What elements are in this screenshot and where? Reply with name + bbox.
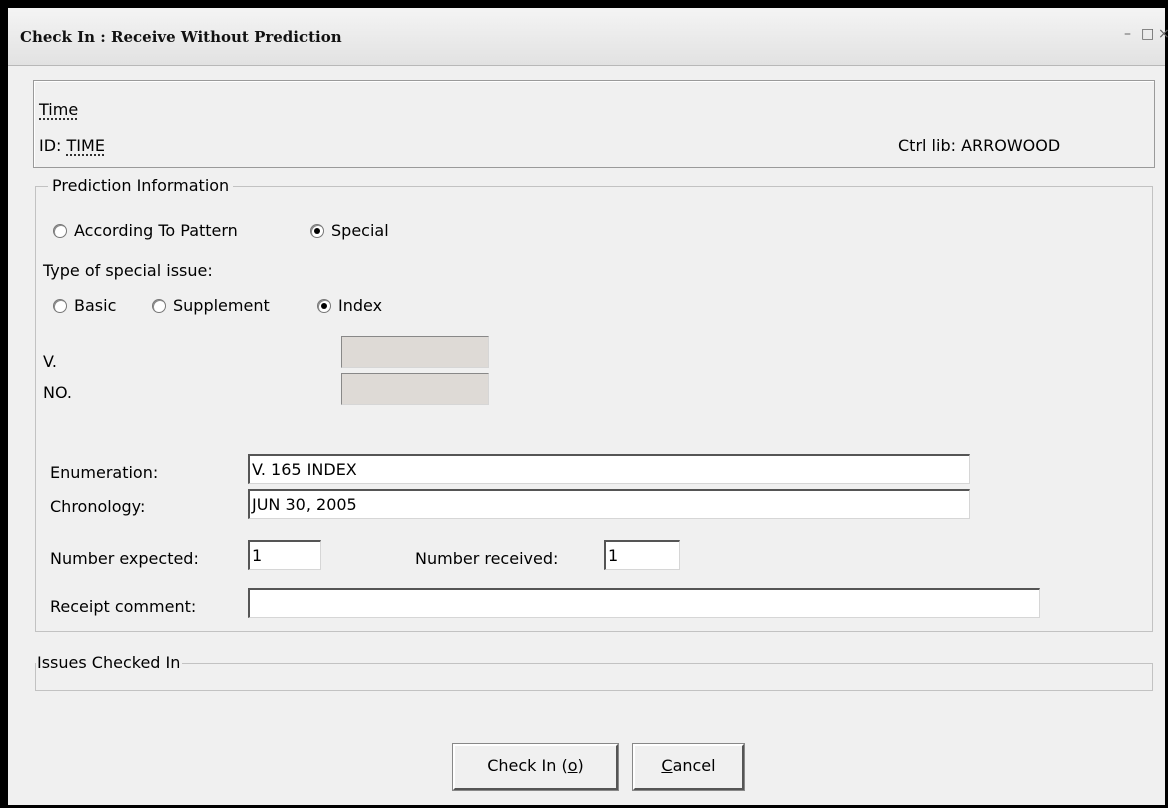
id-row: ID: TIME — [39, 136, 105, 155]
issues-checked-in-legend: Issues Checked In — [36, 653, 183, 672]
special-type-label: Type of special issue: — [43, 261, 213, 280]
receipt-comment-input[interactable] — [248, 588, 1040, 618]
id-link[interactable]: TIME — [67, 136, 105, 155]
no-input — [341, 373, 489, 405]
basic-label[interactable]: Basic — [74, 296, 116, 315]
check-in-hotkey: o — [567, 756, 578, 775]
maximize-icon[interactable]: □ — [1141, 26, 1154, 42]
dialog-window: Check In : Receive Without Prediction – … — [0, 0, 1168, 808]
minimize-icon[interactable]: – — [1124, 26, 1131, 42]
cancel-rest: ancel — [672, 756, 716, 775]
v-input — [341, 336, 489, 368]
special-label[interactable]: Special — [331, 221, 389, 240]
title-bar[interactable]: Check In : Receive Without Prediction – … — [8, 8, 1168, 66]
according-to-pattern-radio[interactable] — [53, 224, 67, 238]
number-expected-input[interactable]: 1 — [248, 540, 321, 570]
close-icon[interactable]: × — [1158, 26, 1168, 42]
number-received-label: Number received: — [415, 549, 559, 568]
id-label: ID: — [39, 136, 67, 155]
v-label: V. — [43, 352, 57, 371]
cancel-hotkey: C — [661, 756, 673, 775]
number-received-input[interactable]: 1 — [604, 540, 680, 570]
index-radio[interactable] — [317, 299, 331, 313]
index-label[interactable]: Index — [338, 296, 382, 315]
special-radio[interactable] — [310, 224, 324, 238]
chronology-input[interactable]: JUN 30, 2005 — [248, 489, 970, 519]
supplement-label[interactable]: Supplement — [173, 296, 270, 315]
title-name-link[interactable]: Time — [39, 100, 78, 119]
number-expected-label: Number expected: — [50, 549, 199, 568]
receipt-comment-label: Receipt comment: — [50, 597, 197, 616]
according-to-pattern-label[interactable]: According To Pattern — [74, 221, 238, 240]
check-in-prefix: Check In ( — [487, 756, 568, 775]
chronology-label: Chronology: — [50, 497, 146, 516]
issues-checked-in-group: Issues Checked In — [35, 653, 1153, 691]
prediction-information-legend: Prediction Information — [48, 176, 234, 195]
no-label: NO. — [43, 383, 72, 402]
check-in-suffix: ) — [577, 756, 584, 775]
supplement-radio[interactable] — [152, 299, 166, 313]
cancel-button[interactable]: Cancel — [632, 743, 745, 791]
basic-radio[interactable] — [53, 299, 67, 313]
dialog-title: Check In : Receive Without Prediction — [20, 28, 342, 46]
enumeration-label: Enumeration: — [50, 463, 159, 482]
check-in-button[interactable]: Check In (o) — [452, 743, 619, 791]
title-info-panel: Time ID: TIME Ctrl lib: ARROWOOD — [33, 80, 1155, 168]
ctrl-lib-label: Ctrl lib: ARROWOOD — [898, 136, 1061, 155]
enumeration-input[interactable]: V. 165 INDEX — [248, 454, 970, 484]
prediction-information-group: Prediction Information — [35, 176, 1153, 632]
